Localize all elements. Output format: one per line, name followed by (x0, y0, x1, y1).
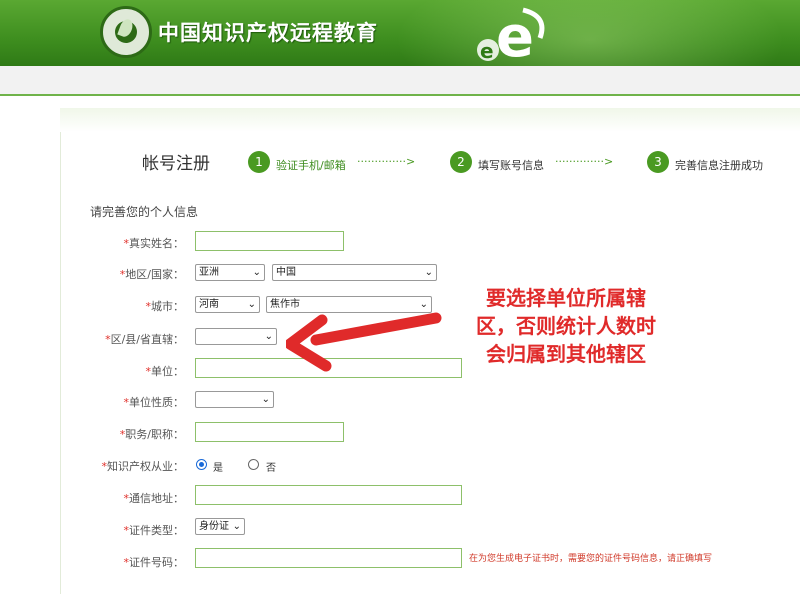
continent-select[interactable]: 亚洲 ⌄ (195, 264, 265, 281)
cepiec-seal-icon (100, 6, 152, 58)
chevron-down-icon: ⌄ (261, 394, 270, 405)
step-3-badge: 3 (647, 151, 669, 173)
address-label: *通信地址： (123, 492, 185, 505)
chevron-down-icon: ⌄ (264, 331, 273, 342)
id-type-label: *证件类型： (123, 524, 185, 537)
e-learning-logo-icon: e e (477, 5, 545, 66)
country-select[interactable]: 中国 ⌄ (272, 264, 437, 281)
ip-practitioner-no-radio[interactable] (248, 459, 259, 470)
annotation-note: 要选择单位所属辖 区，否则统计人数时 会归属到其他辖区 (446, 284, 686, 368)
address-input[interactable] (195, 485, 462, 505)
region-label: *地区/国家： (119, 268, 184, 281)
step-1-badge: 1 (248, 151, 270, 173)
site-title: 中国知识产权远程教育 (158, 21, 378, 45)
page-title: 帐号注册 (142, 154, 210, 174)
step-2-badge: 2 (450, 151, 472, 173)
site-header-banner: 中国知识产权远程教育 e e (0, 0, 800, 66)
annotation-arrow-icon (286, 312, 442, 372)
panel-top-shade (60, 108, 800, 132)
section-title: 请完善您的个人信息 (90, 205, 199, 219)
unit-type-select[interactable]: ⌄ (195, 391, 274, 408)
annotation-line: 要选择单位所属辖 (486, 286, 646, 310)
id-number-label: *证件号码： (123, 556, 185, 569)
chevron-down-icon: ⌄ (232, 521, 241, 532)
city-label: *城市： (145, 300, 185, 313)
chevron-down-icon: ⌄ (247, 299, 256, 310)
position-label: *职务/职称： (119, 428, 184, 441)
step-2-label: 填写账号信息 (478, 159, 544, 172)
id-type-select[interactable]: 身份证 ⌄ (195, 518, 245, 535)
unit-type-label: *单位性质： (123, 396, 185, 409)
step-3-label: 完善信息注册成功 (675, 159, 763, 172)
annotation-line: 区，否则统计人数时 (476, 314, 656, 338)
real-name-label: *真实姓名： (123, 237, 185, 250)
step-separator: ··············> (555, 155, 614, 168)
position-input[interactable] (195, 422, 344, 442)
district-label: *区/县/省直辖： (105, 333, 184, 346)
ip-practitioner-label: *知识产权从业： (101, 460, 185, 473)
chevron-down-icon: ⌄ (424, 267, 433, 278)
id-number-hint: 在为您生成电子证书时，需要您的证件号码信息，请正确填写 (469, 554, 713, 564)
district-select[interactable]: ⌄ (195, 328, 277, 345)
banner-decoration (380, 0, 800, 66)
real-name-input[interactable] (195, 231, 344, 251)
header-nav-strip (0, 66, 800, 96)
unit-label: *单位： (145, 365, 185, 378)
svg-text:e: e (480, 39, 494, 63)
step-separator: ··············> (357, 155, 416, 168)
ip-practitioner-yes-radio[interactable] (196, 459, 207, 470)
step-1-label: 验证手机/邮箱 (276, 159, 346, 172)
id-number-input[interactable] (195, 548, 462, 568)
chevron-down-icon: ⌄ (252, 267, 261, 278)
province-select[interactable]: 河南 ⌄ (195, 296, 260, 313)
annotation-line: 会归属到其他辖区 (486, 342, 646, 366)
ip-practitioner-no-label: 否 (266, 463, 276, 474)
ip-practitioner-yes-label: 是 (213, 463, 223, 474)
